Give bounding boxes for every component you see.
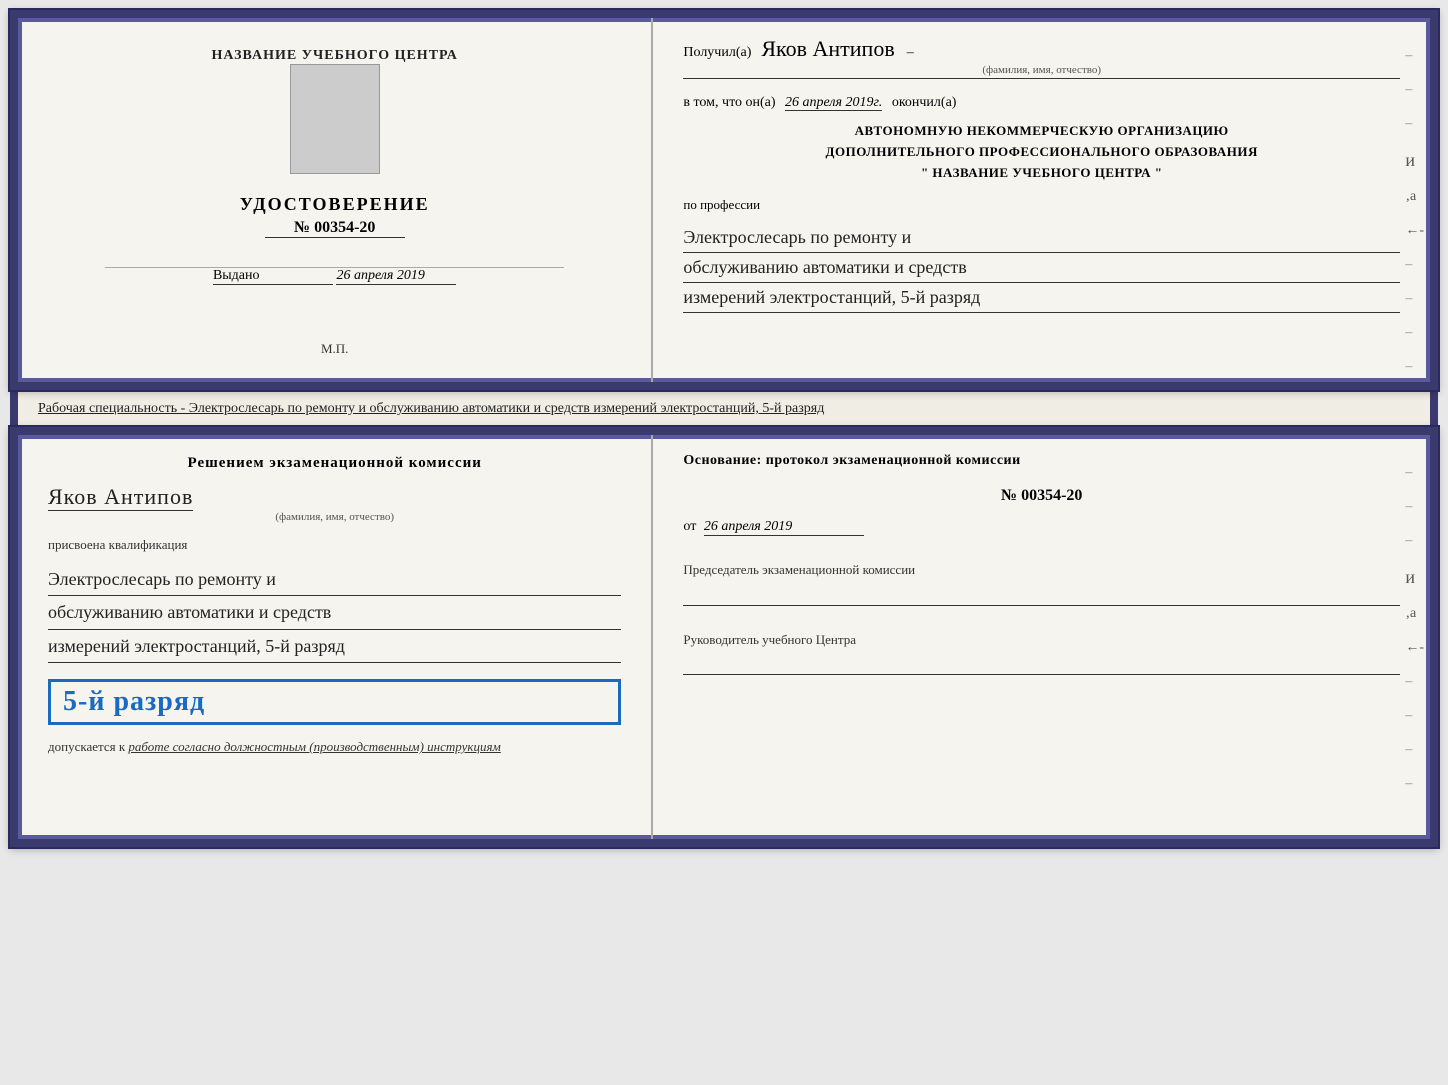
udostoverenie-number: № 00354-20 <box>265 219 405 238</box>
rukovoditel-block: Руководитель учебного Центра <box>683 630 1400 676</box>
org-line2: ДОПОЛНИТЕЛЬНОГО ПРОФЕССИОНАЛЬНОГО ОБРАЗО… <box>683 142 1400 163</box>
dopuskaetsya-italic: работе согласно должностным (производств… <box>128 739 500 754</box>
side-dashes-top: – – – и ‚а ←- – – – – <box>1405 48 1424 375</box>
diploma-bottom: Решением экзаменационной комиссии Яков А… <box>10 427 1438 847</box>
mp-label: М.П. <box>321 341 348 362</box>
profession-block-top: Электрослесарь по ремонту и обслуживанию… <box>683 223 1400 312</box>
profession-line3-top: измерений электростанций, 5-й разряд <box>683 283 1400 313</box>
profession-line3-bottom: измерений электростанций, 5-й разряд <box>48 630 621 663</box>
protocol-number: № 00354-20 <box>683 487 1400 505</box>
udostoverenie-block: УДОСТОВЕРЕНИЕ № 00354-20 <box>240 194 430 238</box>
ot-label: от <box>683 519 696 534</box>
ot-date: 26 апреля 2019 <box>704 519 864 536</box>
org-block: АВТОНОМНУЮ НЕКОММЕРЧЕСКУЮ ОРГАНИЗАЦИЮ ДО… <box>683 121 1400 183</box>
side-dashes-bottom: – – – и ‚а ←- – – – – <box>1405 465 1424 792</box>
fio-label-bottom: (фамилия, имя, отчество) <box>48 511 621 523</box>
vtom-label: в том, что он(а) <box>683 95 775 110</box>
photo-placeholder <box>290 64 380 174</box>
poluchil-label: Получил(а) <box>683 45 751 60</box>
vydano-label: Выдано <box>213 268 333 285</box>
vtom-date: 26 апреля 2019г. <box>785 95 882 111</box>
predsedatel-block: Председатель экзаменационной комиссии <box>683 560 1400 606</box>
diploma-top-right-panel: Получил(а) Яков Антипов – (фамилия, имя,… <box>653 18 1430 382</box>
osnovanie-title: Основание: протокол экзаменационной коми… <box>683 453 1400 469</box>
org-line1: АВТОНОМНУЮ НЕКОММЕРЧЕСКУЮ ОРГАНИЗАЦИЮ <box>683 121 1400 142</box>
rukovoditel-signature-line <box>683 655 1400 675</box>
dopuskaetsya-prefix: допускается к <box>48 739 125 754</box>
top-left-title: НАЗВАНИЕ УЧЕБНОГО ЦЕНТРА <box>211 48 457 64</box>
name-block-bottom: Яков Антипов (фамилия, имя, отчество) <box>48 482 621 523</box>
okonchil-label: окончил(а) <box>892 95 957 110</box>
rukovoditel-label: Руководитель учебного Центра <box>683 630 1400 650</box>
profession-line1-top: Электрослесарь по ремонту и <box>683 223 1400 253</box>
vtom-row: в том, что он(а) 26 апреля 2019г. окончи… <box>683 95 1400 111</box>
profession-line1-bottom: Электрослесарь по ремонту и <box>48 563 621 596</box>
recipient-name-bottom: Яков Антипов <box>48 484 193 511</box>
recipient-name-top: Яков Антипов <box>761 36 894 61</box>
poluchil-row: Получил(а) Яков Антипов – (фамилия, имя,… <box>683 36 1400 79</box>
profession-line2-top: обслуживанию автоматики и средств <box>683 253 1400 283</box>
resheniem-title: Решением экзаменационной комиссии <box>48 455 621 472</box>
middle-text-content: Рабочая специальность - Электрослесарь п… <box>38 401 824 416</box>
vydano-date: 26 апреля 2019 <box>336 268 456 285</box>
diploma-top: НАЗВАНИЕ УЧЕБНОГО ЦЕНТРА УДОСТОВЕРЕНИЕ №… <box>10 10 1438 390</box>
po-professii-label: по профессии <box>683 197 1400 213</box>
predsedatel-signature-line <box>683 586 1400 606</box>
dopuskaetsya-line: допускается к работе согласно должностны… <box>48 739 621 755</box>
fio-label-top: (фамилия, имя, отчество) <box>683 64 1400 76</box>
vydano-block: Выдано 26 апреля 2019 <box>213 268 457 285</box>
razryad-big: 5-й разряд <box>48 679 621 725</box>
profession-block-bottom: Электрослесарь по ремонту и обслуживанию… <box>48 563 621 663</box>
predsedatel-label: Председатель экзаменационной комиссии <box>683 560 1400 580</box>
middle-text-strip: Рабочая специальность - Электрослесарь п… <box>10 390 1438 427</box>
org-line3: " НАЗВАНИЕ УЧЕБНОГО ЦЕНТРА " <box>683 163 1400 184</box>
diploma-bottom-right-panel: Основание: протокол экзаменационной коми… <box>653 435 1430 839</box>
profession-line2-bottom: обслуживанию автоматики и средств <box>48 596 621 629</box>
diploma-top-left-panel: НАЗВАНИЕ УЧЕБНОГО ЦЕНТРА УДОСТОВЕРЕНИЕ №… <box>18 18 653 382</box>
diploma-bottom-left-panel: Решением экзаменационной комиссии Яков А… <box>18 435 653 839</box>
prisvoena-label: присвоена квалификация <box>48 537 621 553</box>
main-container: НАЗВАНИЕ УЧЕБНОГО ЦЕНТРА УДОСТОВЕРЕНИЕ №… <box>10 10 1438 847</box>
ot-row: от 26 апреля 2019 <box>683 519 1400 536</box>
udostoverenie-label: УДОСТОВЕРЕНИЕ <box>240 194 430 215</box>
